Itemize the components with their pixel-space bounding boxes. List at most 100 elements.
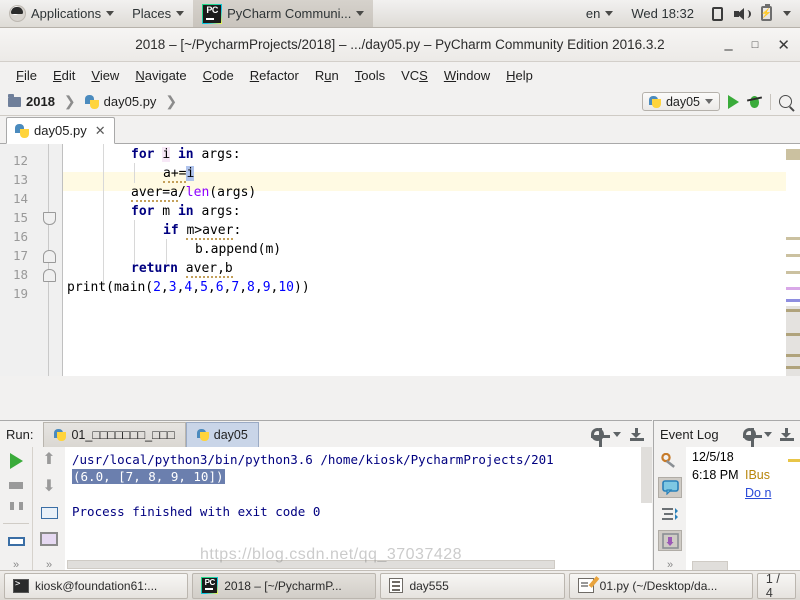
menu-edit[interactable]: Edit [45,66,83,85]
hide-icon[interactable] [780,427,794,441]
pycharm-window: 2018 – [~/PycharmProjects/2018] – .../da… [0,28,800,572]
fedora-logo-icon [9,5,26,22]
chevron-down-icon [176,11,185,16]
chevron-down-icon [106,11,115,16]
menu-navigate[interactable]: Navigate [127,66,194,85]
run-panel-header: Run: 01_□□□□□□□_□□□ day05 [0,421,652,447]
code-line-18: return aver,b [131,261,233,278]
console-vscrollbar-track[interactable] [641,447,652,571]
taskbar-item-pycharm[interactable]: PC 2018 – [~/PycharmP... [192,572,377,599]
soft-wrap-icon[interactable] [40,507,58,519]
console-vscrollbar-thumb[interactable] [641,447,652,503]
down-icon[interactable]: ⬇ [42,479,55,495]
python-icon [648,95,661,108]
run-tool-window: Run: 01_□□□□□□□_□□□ day05 » ⬆ ⬇ » /usr/l… [0,420,652,571]
menu-help[interactable]: Help [498,66,541,85]
pause-icon[interactable] [9,502,23,511]
folder-icon [8,93,21,107]
chevron-down-icon[interactable] [613,431,621,437]
keyboard-layout-indicator[interactable]: en [577,0,622,27]
editor-tab-day05[interactable]: day05.py ✕ [6,117,115,144]
event-log-time: 6:18 PM [692,468,739,482]
menu-run[interactable]: Run [307,66,347,85]
up-icon[interactable]: ⬆ [42,452,55,468]
applications-menu[interactable]: Applications [0,0,123,27]
minimize-button[interactable]: – [724,42,732,57]
fold-marker-icon[interactable] [43,212,56,225]
run-console[interactable]: /usr/local/python3/bin/python3.6 /home/k… [65,447,652,571]
console-hscrollbar-thumb[interactable] [67,560,555,569]
balloon-glyph [661,480,679,496]
code-line-19: print(main(2,3,4,5,6,7,8,9,10)) [67,280,310,295]
run-tab-day05[interactable]: day05 [185,421,259,447]
wrench-glyph [661,452,675,468]
console-output-line: (6.0, [7, 8, 9, 10]) [72,468,225,485]
taskbar-item-day555[interactable]: day555 [380,572,565,599]
close-icon[interactable]: ✕ [95,123,106,139]
maximize-button[interactable]: □ [752,39,759,51]
taskbar-item-label: kiosk@foundation61:... [35,578,158,593]
event-log-marker [788,459,800,462]
event-log-header: Event Log [654,421,800,447]
search-icon[interactable] [779,95,792,108]
note-icon [712,6,723,21]
debug-icon[interactable] [747,95,762,109]
menu-file[interactable]: File [8,66,45,85]
taskbar-item-terminal[interactable]: kiosk@foundation61:... [4,572,189,599]
expand-all-glyph [662,508,678,521]
fold-marker-icon[interactable] [43,250,56,263]
clock[interactable]: Wed 18:32 [622,0,703,27]
window-title: 2018 – [~/PycharmProjects/2018] – .../da… [135,37,665,52]
python-icon [54,428,67,441]
fold-marker-icon[interactable] [43,269,56,282]
taskbar-item-01py[interactable]: 01.py (~/Desktop/da... [568,572,753,599]
breadcrumb: 2018 ❯ day05.py ❯ [8,93,181,110]
expand-all-icon[interactable] [658,504,682,524]
line-number: 17 [12,248,28,263]
breadcrumb-project[interactable]: 2018 [26,94,55,109]
collapse-icon[interactable] [658,530,682,551]
breadcrumb-file[interactable]: day05.py [104,94,157,109]
chevron-down-icon[interactable] [764,431,772,437]
window-controls: – □ ✕ [724,28,790,62]
run-panel-toolbar-right: ⬆ ⬇ » [32,447,65,571]
event-log-link[interactable]: Do n [745,486,771,500]
run-panel-body: » ⬆ ⬇ » /usr/local/python3/bin/python3.6… [0,447,652,571]
menu-window[interactable]: Window [436,66,498,85]
run-icon[interactable] [728,94,739,109]
toolbar-divider [770,93,771,110]
marker-stripe [786,309,800,312]
code-text-area[interactable]: for i in args: a+=i aver=a/len(args) for… [63,144,800,376]
places-menu[interactable]: Places [123,0,193,27]
event-log-source: IBus [745,468,771,482]
hide-icon[interactable] [630,427,644,441]
menu-tools[interactable]: Tools [347,66,393,85]
taskbar-item-label: 01.py (~/Desktop/da... [599,578,718,593]
event-log-actions [743,427,800,447]
rerun-icon[interactable] [9,453,23,469]
balloon-icon[interactable] [658,477,682,498]
gear-icon[interactable] [743,427,762,447]
wrench-icon[interactable] [658,451,682,471]
marker-stripe [786,254,800,257]
pycharm-icon: PC [202,3,223,24]
workspace-switcher[interactable]: 1 / 4 [756,572,796,600]
menu-vcs[interactable]: VCS [393,66,436,85]
editor-marker-bar[interactable] [786,144,800,376]
gear-icon[interactable] [591,427,610,447]
menu-view[interactable]: View [83,66,127,85]
active-window-menu[interactable]: PC PyCharm Communi... [193,0,374,27]
close-button[interactable]: ✕ [777,38,790,53]
stop-icon[interactable] [9,482,23,490]
code-folding-gutter[interactable] [36,144,63,376]
code-editor[interactable]: 12 13 14 15 16 17 18 19 for i in args: a… [0,144,800,376]
system-tray[interactable]: ⚡ [703,0,800,27]
code-line-17: b.append(m) [195,242,282,257]
run-configuration-selector[interactable]: day05 [641,92,720,111]
event-log-content[interactable]: 12/5/18 6:18 PM IBus Do n [686,447,800,571]
run-tab-01[interactable]: 01_□□□□□□□_□□□ [43,421,186,447]
scroll-to-end-icon[interactable] [40,532,58,546]
menu-code[interactable]: Code [195,66,242,85]
console-icon[interactable] [7,536,25,546]
menu-refactor[interactable]: Refactor [242,66,307,85]
